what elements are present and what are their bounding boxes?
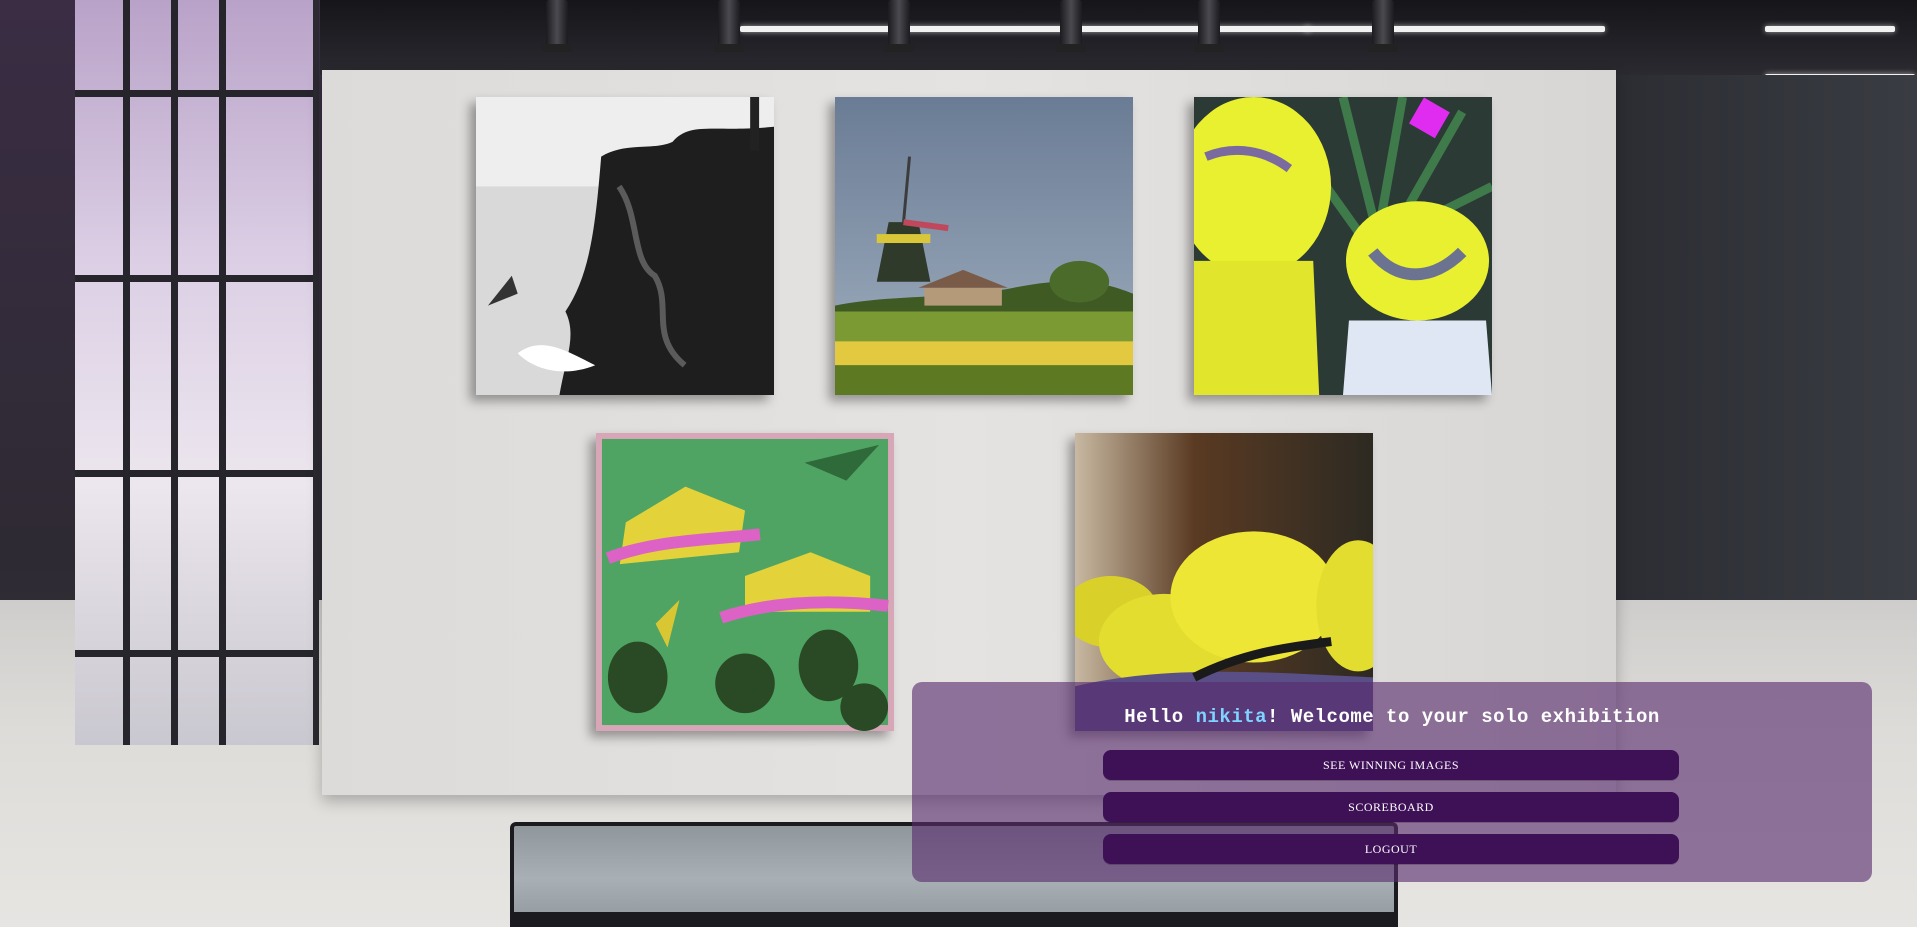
track-spotlight	[714, 0, 744, 52]
window-frame	[171, 0, 178, 745]
window-frame	[75, 90, 313, 97]
welcome-message: Hello nikita! Welcome to your solo exhib…	[912, 706, 1872, 728]
username: nikita	[1195, 706, 1268, 728]
ceiling-light-strip	[1765, 26, 1895, 32]
artwork-painted-hats[interactable]	[596, 433, 894, 731]
artwork-cliff[interactable]	[476, 97, 774, 395]
artwork-yellow-hats-image	[1194, 97, 1492, 395]
right-wall	[1615, 75, 1917, 605]
see-winning-images-button[interactable]: SEE WINNING IMAGES	[1103, 750, 1679, 780]
window-frame	[123, 0, 130, 745]
window-frame	[219, 0, 226, 745]
ceiling-light-strip	[1305, 26, 1605, 32]
artwork-windmill-image	[835, 97, 1133, 395]
gallery-bench-base	[510, 912, 1398, 927]
welcome-panel: Hello nikita! Welcome to your solo exhib…	[912, 682, 1872, 882]
logout-button[interactable]: LOGOUT	[1103, 834, 1679, 864]
window	[75, 0, 319, 745]
window-frame	[75, 275, 313, 282]
track-spotlight	[1056, 0, 1086, 52]
window-frame	[75, 650, 313, 657]
artwork-cliff-image	[476, 97, 774, 395]
track-spotlight	[884, 0, 914, 52]
artwork-yellow-hats[interactable]	[1194, 97, 1492, 395]
artwork-windmill[interactable]	[835, 97, 1133, 395]
track-spotlight	[1194, 0, 1224, 52]
greeting-prefix: Hello	[1124, 706, 1196, 728]
track-spotlight	[1368, 0, 1398, 52]
track-spotlight	[542, 0, 572, 52]
scoreboard-button[interactable]: SCOREBOARD	[1103, 792, 1679, 822]
window-frame	[75, 470, 313, 477]
artwork-painted-hats-image	[596, 433, 894, 731]
ceiling-light-strip	[740, 26, 1310, 32]
greeting-suffix: ! Welcome to your solo exhibition	[1267, 706, 1660, 728]
